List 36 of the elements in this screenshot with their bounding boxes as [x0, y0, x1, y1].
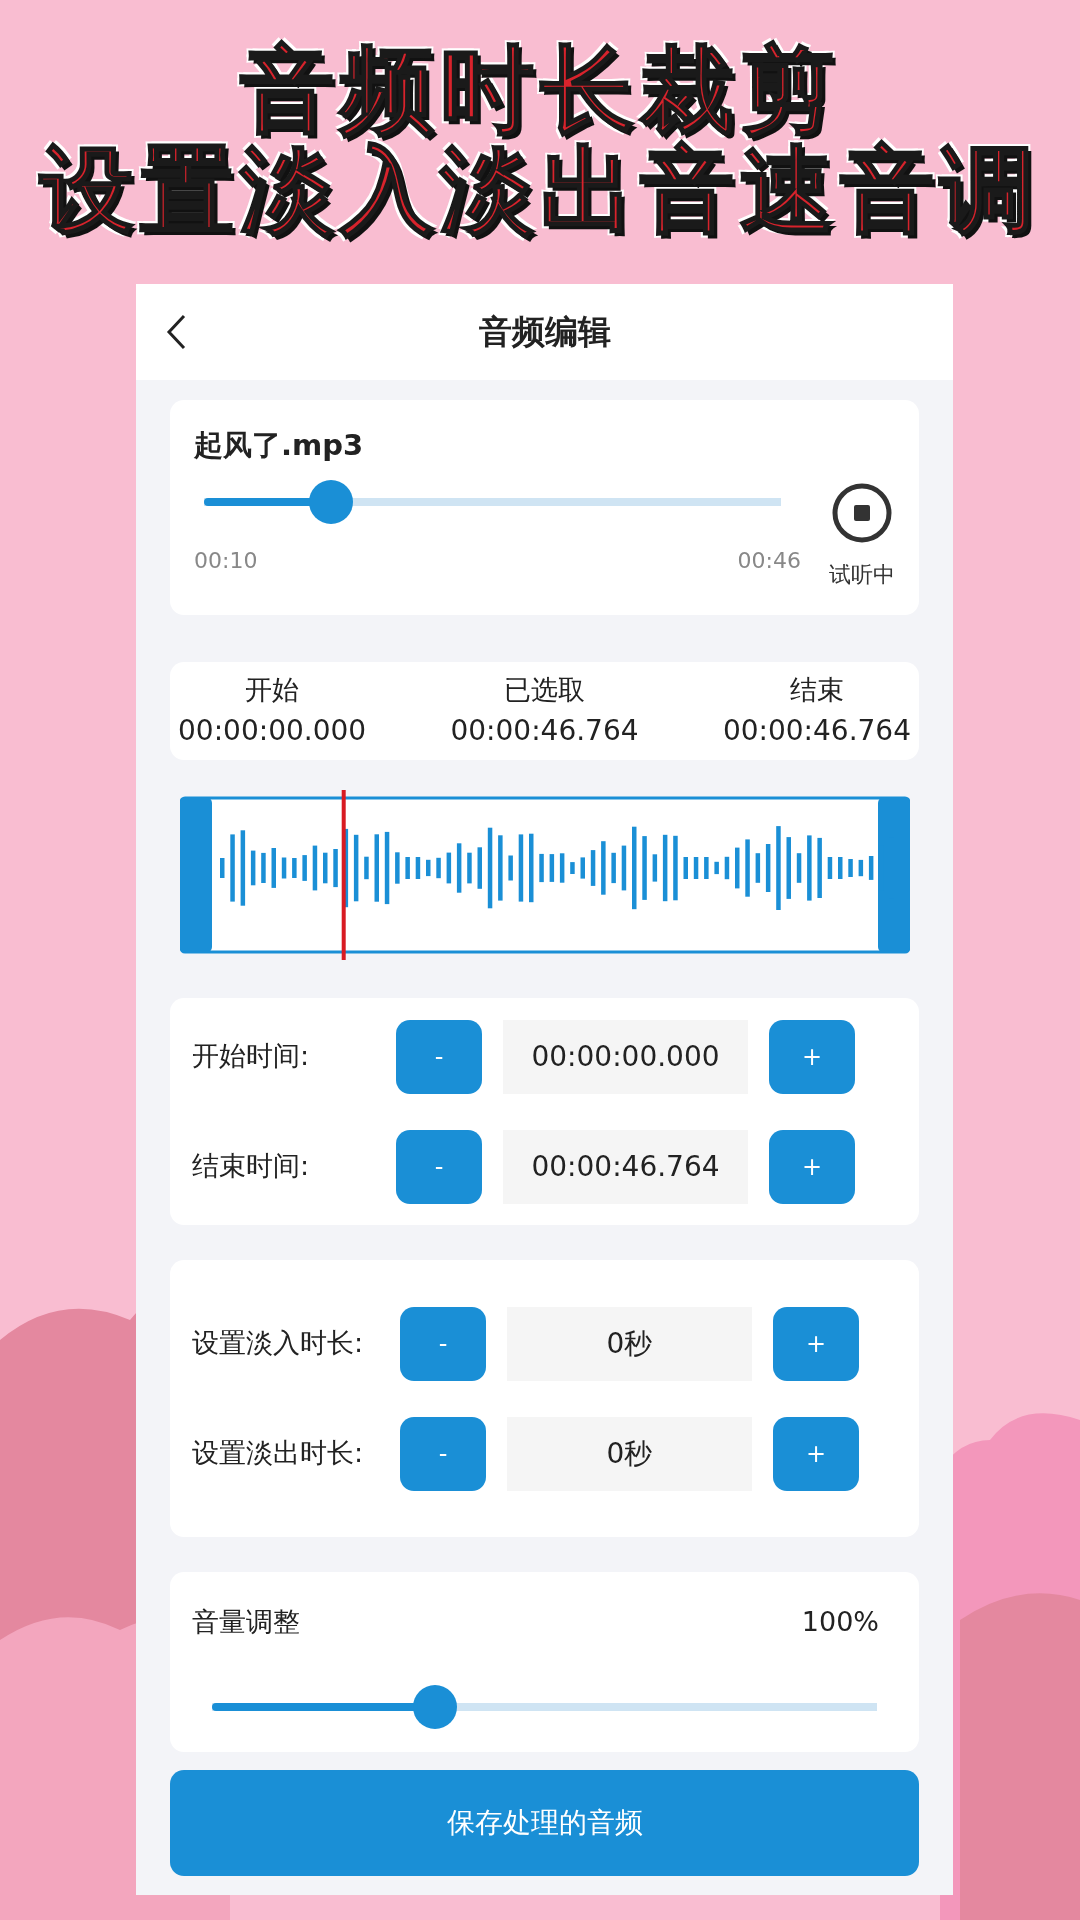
- time-value: 00:00:46.764: [722, 713, 911, 750]
- row-label: 设置淡入时长:: [192, 1326, 365, 1361]
- back-icon[interactable]: [166, 314, 186, 350]
- minus-button[interactable]: -: [396, 1019, 482, 1094]
- playhead[interactable]: [341, 790, 346, 960]
- row-label: 设置淡出时长:: [192, 1436, 365, 1471]
- value-field[interactable]: 00:00:00.000: [503, 1019, 748, 1094]
- value-field[interactable]: 0秒: [507, 1306, 752, 1381]
- row-label: 开始时间:: [192, 1039, 311, 1074]
- value-field[interactable]: 00:00:46.764: [503, 1129, 748, 1204]
- volume-reading: 100%: [801, 1605, 879, 1639]
- value-field[interactable]: 0秒: [507, 1416, 752, 1491]
- time-heading: 结束: [788, 672, 845, 707]
- save-button[interactable]: 保存处理的音频: [170, 1770, 919, 1876]
- row-label: 结束时间:: [192, 1149, 311, 1184]
- time-value: 00:00:46.764: [450, 713, 639, 750]
- plus-button[interactable]: +: [773, 1306, 859, 1381]
- plus-button[interactable]: +: [773, 1416, 859, 1491]
- minus-button[interactable]: -: [400, 1416, 486, 1491]
- volume-label: 音量调整: [192, 1605, 300, 1639]
- stop-icon[interactable]: [831, 482, 893, 544]
- time-heading: 已选取: [503, 672, 586, 707]
- headline: 音频时长裁剪: [240, 40, 840, 140]
- plus-button[interactable]: +: [769, 1019, 855, 1094]
- time-heading: 开始: [244, 672, 301, 707]
- file-name: 起风了.mp3: [194, 427, 365, 464]
- time-value: 00:00:00.000: [178, 713, 367, 750]
- plus-button[interactable]: +: [769, 1129, 855, 1204]
- time-label: 00:10: [194, 546, 258, 575]
- minus-button[interactable]: -: [396, 1129, 482, 1204]
- waveform-drawing[interactable]: [180, 796, 910, 954]
- headline: 设置淡入淡出音速音调: [40, 140, 1040, 240]
- status-label: 试听中: [829, 561, 895, 589]
- minus-button[interactable]: -: [400, 1306, 486, 1381]
- time-label: 00:46: [737, 546, 801, 575]
- screen-title: 音频编辑: [478, 311, 611, 354]
